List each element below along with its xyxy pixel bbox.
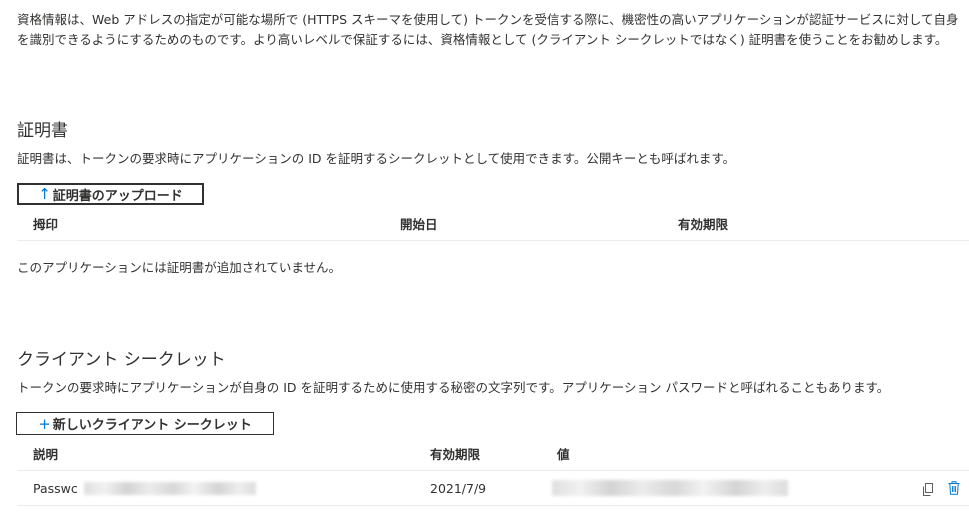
table-row: Passwc 2021/7/9 xyxy=(17,471,969,505)
upload-certificate-label: 証明書のアップロード xyxy=(52,188,183,204)
certificates-description: 証明書は、トークンの要求時にアプリケーションの ID を証明するシークレットとし… xyxy=(17,151,736,166)
column-header-value[interactable]: 値 xyxy=(557,444,570,463)
secret-description: Passwc xyxy=(33,481,78,496)
column-header-expires[interactable]: 有効期限 xyxy=(678,214,728,233)
credentials-intro: 資格情報は、Web アドレスの指定が可能な場所で (HTTPS スキーマを使用し… xyxy=(17,12,959,47)
upload-certificate-button[interactable]: ↑ 証明書のアップロード xyxy=(17,183,204,205)
new-client-secret-button[interactable]: + 新しいクライアント シークレット xyxy=(16,412,274,435)
secrets-row-divider xyxy=(17,505,969,506)
copy-icon[interactable] xyxy=(920,481,936,497)
column-header-description[interactable]: 説明 xyxy=(33,444,58,463)
certificates-heading: 証明書 xyxy=(17,121,68,141)
certificates-table-divider xyxy=(17,240,969,241)
certificates-empty-message: このアプリケーションには証明書が追加されていません。 xyxy=(17,260,342,275)
column-header-secret-expires[interactable]: 有効期限 xyxy=(430,444,480,463)
trash-icon[interactable] xyxy=(946,480,962,496)
client-secrets-description: トークンの要求時にアプリケーションが自身の ID を証明するために使用する秘密の… xyxy=(17,380,890,395)
new-client-secret-label: 新しいクライアント シークレット xyxy=(52,418,252,433)
secret-expires: 2021/7/9 xyxy=(430,481,487,496)
column-header-thumbprint[interactable]: 拇印 xyxy=(33,214,58,233)
upload-arrow-icon: ↑ xyxy=(38,185,51,203)
redacted-secret-value xyxy=(552,480,788,496)
redacted-description xyxy=(84,482,256,495)
plus-icon: + xyxy=(38,414,51,433)
client-secrets-heading: クライアント シークレット xyxy=(17,350,226,370)
column-header-start-date[interactable]: 開始日 xyxy=(400,214,438,233)
